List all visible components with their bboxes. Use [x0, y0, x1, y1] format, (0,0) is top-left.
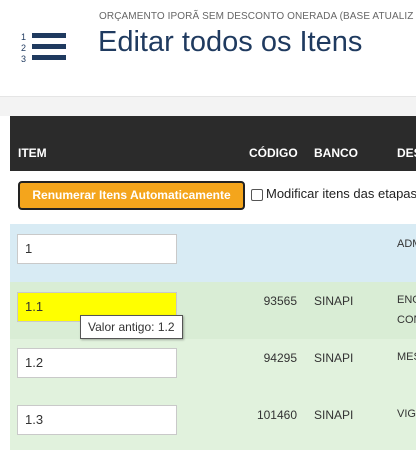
old-value-tooltip: Valor antigo: 1.2	[80, 315, 183, 339]
item-number-input[interactable]: 1	[17, 234, 177, 264]
banco-cell: SINAPI	[314, 351, 354, 365]
item-number-input[interactable]: 1.3	[17, 405, 177, 435]
description-cell-line-1: ENG	[397, 294, 416, 306]
description-cell: MES	[397, 351, 416, 363]
list-number-2: 2	[21, 43, 26, 53]
budget-subtitle: ORÇAMENTO IPORÃ SEM DESCONTO ONERADA (BA…	[99, 11, 414, 22]
item-number-input[interactable]: 1.2	[17, 348, 177, 378]
numbered-list-icon: 1 2 3	[21, 32, 66, 64]
codigo-cell: 101460	[256, 408, 297, 422]
codigo-cell: 94295	[263, 351, 297, 365]
renumber-items-button[interactable]: Renumerar Itens Automaticamente	[18, 181, 245, 210]
list-number-3: 3	[21, 54, 26, 64]
modify-stage-items-label: Modificar itens das etapas	[266, 186, 416, 201]
banco-cell: SINAPI	[314, 294, 354, 308]
column-header-item: ITEM	[18, 146, 47, 160]
modify-stage-items-checkbox[interactable]	[251, 189, 263, 201]
column-header-codigo: CÓDIGO	[249, 146, 298, 160]
table-header	[10, 116, 416, 171]
page-header: ORÇAMENTO IPORÃ SEM DESCONTO ONERADA (BA…	[0, 0, 416, 96]
list-number-1: 1	[21, 32, 26, 42]
banco-cell: SINAPI	[314, 408, 354, 422]
description-cell-line-2: CON	[397, 314, 416, 326]
description-cell: VIG	[397, 408, 416, 420]
column-header-descricao[interactable]: DES	[397, 146, 416, 160]
codigo-cell: 93565	[263, 294, 297, 308]
toolbar-band	[0, 97, 416, 116]
description-cell: ADM	[397, 238, 416, 250]
column-header-banco: BANCO	[314, 146, 358, 160]
page-title: Editar todos os Itens	[98, 26, 363, 58]
